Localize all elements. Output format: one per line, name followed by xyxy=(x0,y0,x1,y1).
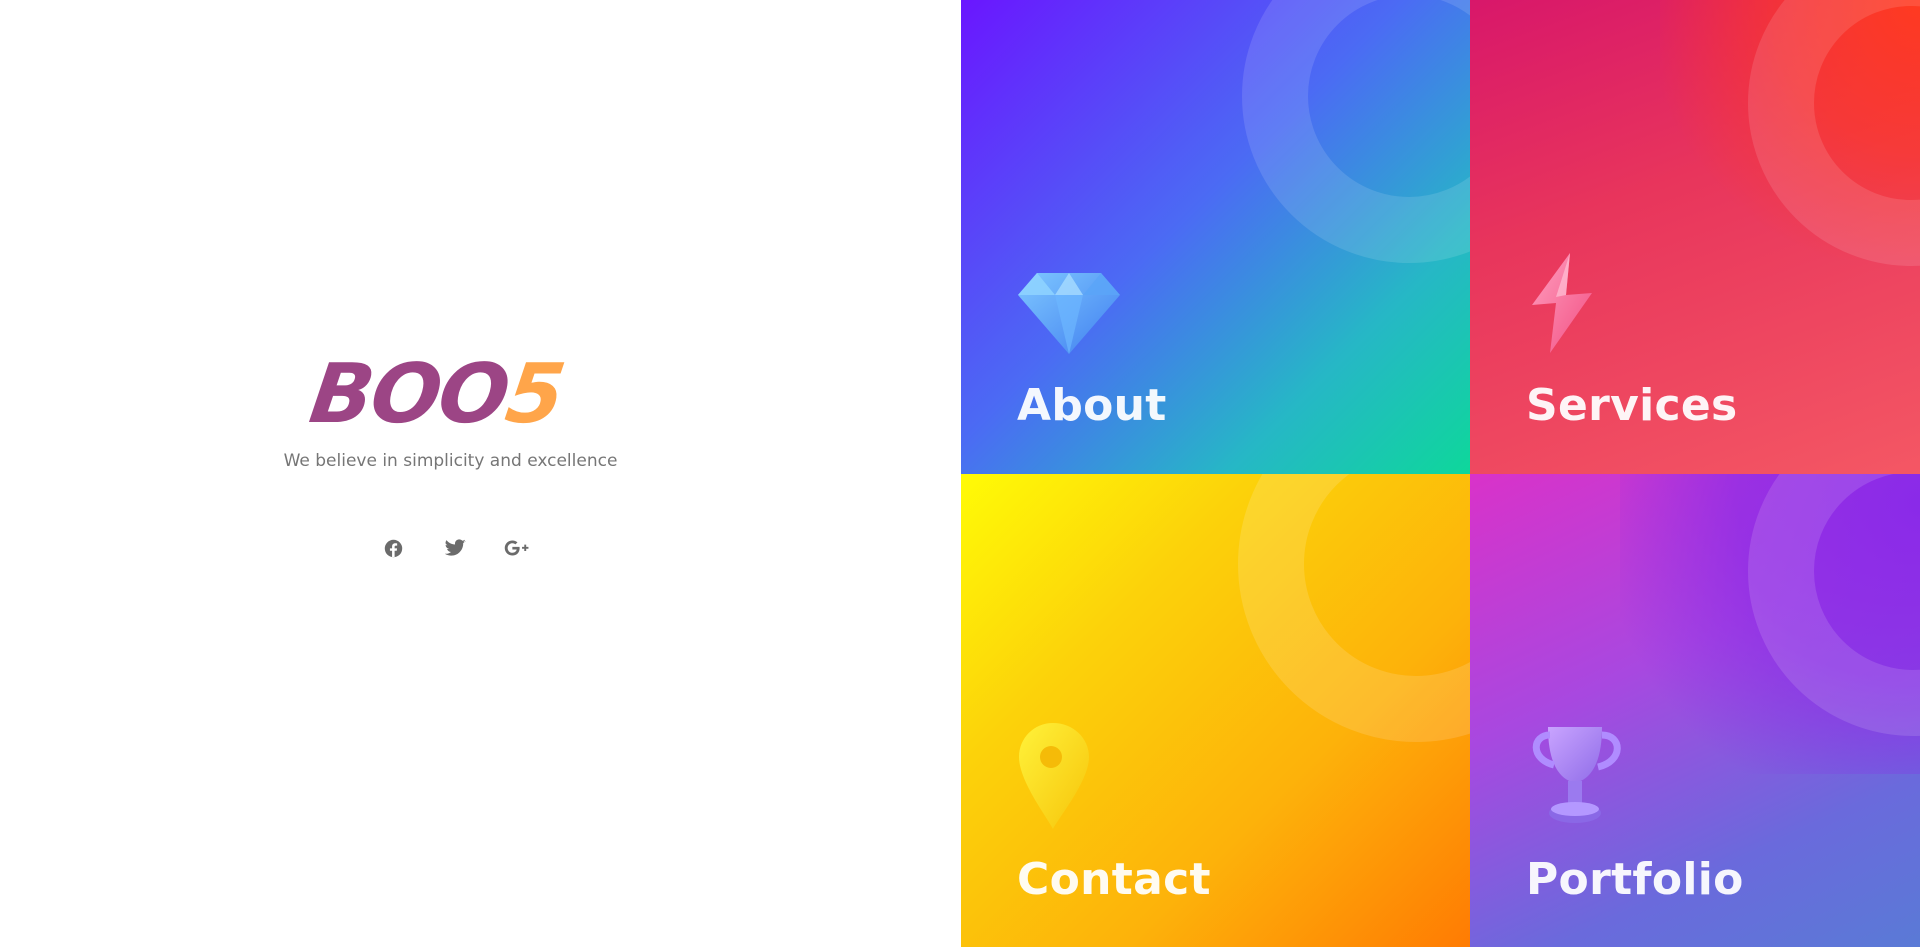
google-plus-icon xyxy=(504,540,529,556)
logo-main: BOO xyxy=(304,347,514,442)
tile-title-about: About xyxy=(1017,380,1167,431)
diamond-icon xyxy=(1018,273,1120,354)
map-pin-icon xyxy=(1019,723,1089,829)
facebook-icon xyxy=(384,539,402,557)
facebook-link[interactable] xyxy=(380,536,406,560)
decorative-ring xyxy=(1748,0,1920,266)
tagline: We believe in simplicity and excellence xyxy=(283,451,618,471)
tile-services[interactable]: Services xyxy=(1470,0,1920,474)
twitter-link[interactable] xyxy=(442,536,468,560)
social-links xyxy=(380,536,530,560)
decorative-ring xyxy=(1748,474,1920,736)
trophy-icon xyxy=(1532,727,1621,823)
decorative-ring xyxy=(1242,0,1470,263)
tile-about[interactable]: About xyxy=(961,0,1470,474)
tile-title-contact: Contact xyxy=(1017,854,1211,905)
logo-accent: 5 xyxy=(500,347,569,442)
tile-title-portfolio: Portfolio xyxy=(1526,854,1744,905)
decorative-ring xyxy=(1238,474,1470,742)
tile-title-services: Services xyxy=(1526,380,1738,431)
logo[interactable]: BOO5 xyxy=(304,347,597,442)
tile-portfolio[interactable]: Portfolio xyxy=(1470,474,1920,947)
lightning-bolt-icon xyxy=(1532,253,1592,353)
google-plus-link[interactable] xyxy=(504,536,530,560)
intro-panel: BOO5 We believe in simplicity and excell… xyxy=(0,0,961,947)
twitter-icon xyxy=(444,539,466,556)
tile-contact[interactable]: Contact xyxy=(961,474,1470,947)
